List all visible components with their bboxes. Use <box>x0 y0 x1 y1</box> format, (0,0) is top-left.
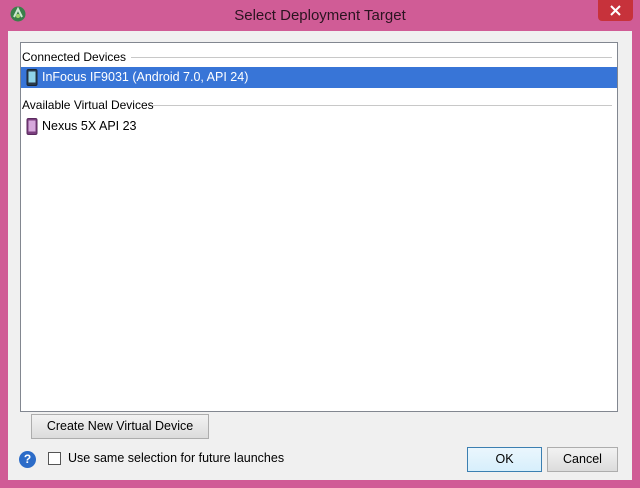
group-header-connected-devices: Connected Devices <box>21 48 617 66</box>
virtual-phone-icon <box>26 118 38 135</box>
phone-device-icon <box>26 69 38 86</box>
group-label: Available Virtual Devices <box>21 98 159 112</box>
ok-button[interactable]: OK <box>467 447 542 472</box>
create-new-virtual-device-button[interactable]: Create New Virtual Device <box>31 414 209 439</box>
help-icon[interactable]: ? <box>19 451 36 468</box>
group-divider <box>152 105 612 106</box>
same-selection-checkbox-label[interactable]: Use same selection for future launches <box>68 451 284 465</box>
close-icon <box>610 5 621 16</box>
device-list[interactable]: Connected Devices InFocus IF9031 (Androi… <box>20 42 618 412</box>
device-label: Nexus 5X API 23 <box>42 119 137 133</box>
group-header-available-virtual-devices: Available Virtual Devices <box>21 96 617 114</box>
device-row-infocus[interactable]: InFocus IF9031 (Android 7.0, API 24) <box>21 67 617 88</box>
group-divider <box>131 57 612 58</box>
device-row-nexus-5x[interactable]: Nexus 5X API 23 <box>21 116 617 137</box>
group-label: Connected Devices <box>21 50 132 64</box>
title-bar[interactable]: Select Deployment Target <box>0 0 640 31</box>
window-title: Select Deployment Target <box>234 7 406 24</box>
dialog-content: Connected Devices InFocus IF9031 (Androi… <box>8 31 632 480</box>
same-selection-checkbox[interactable] <box>48 452 61 465</box>
cancel-button[interactable]: Cancel <box>547 447 618 472</box>
close-button[interactable] <box>598 0 633 21</box>
dialog-window: Select Deployment Target Connected Devic… <box>0 0 640 488</box>
device-label: InFocus IF9031 (Android 7.0, API 24) <box>42 70 249 84</box>
